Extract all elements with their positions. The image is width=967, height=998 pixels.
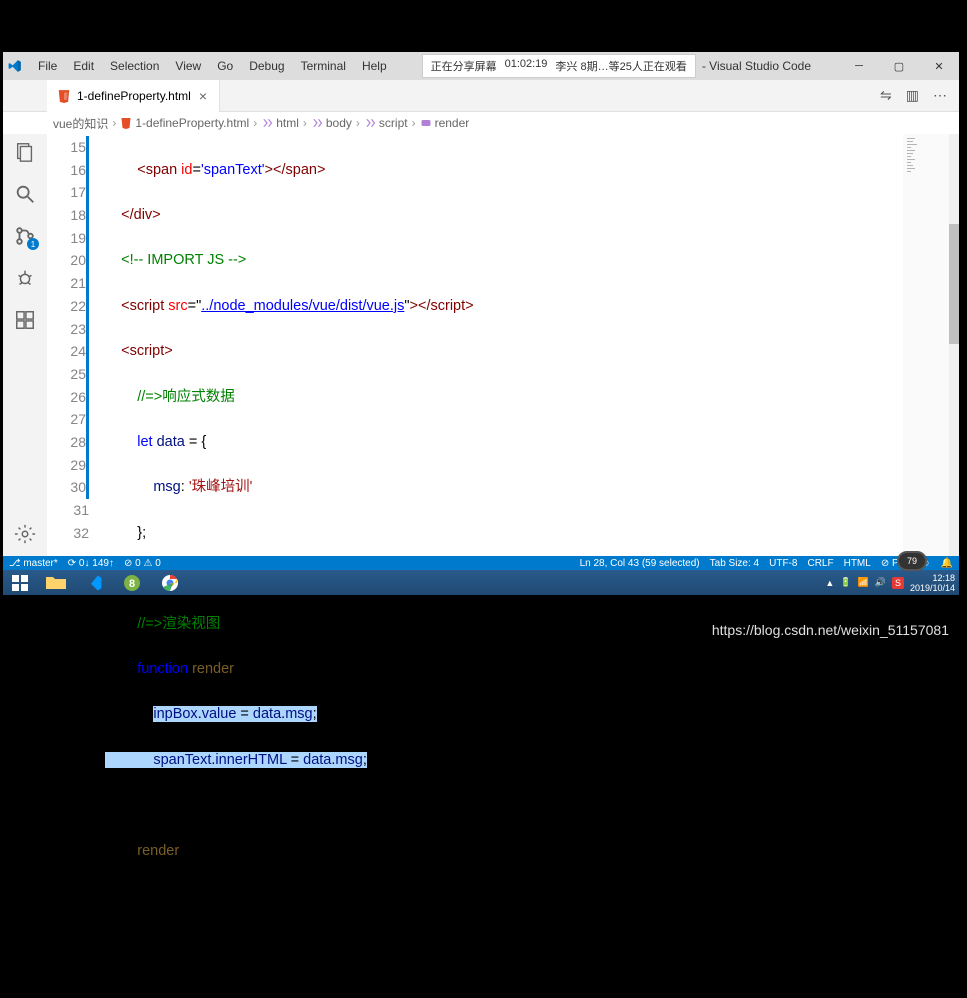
share-viewers-text: 李兴 8期…等25人正在观看 xyxy=(555,58,686,74)
breadcrumb-render[interactable]: render xyxy=(420,116,470,130)
status-bar: ⎇ master* ⟳ 0↓ 149↑ ⊘ 0 ⚠ 0 Ln 28, Col 4… xyxy=(3,556,959,570)
code-content[interactable]: <span id='spanText'></span> </div> <!-- … xyxy=(105,134,903,556)
split-editor-icon[interactable]: ▥ xyxy=(906,87,919,104)
share-status-text: 正在分享屏幕 xyxy=(431,58,497,74)
battery-indicator-overlay: 79 xyxy=(897,551,927,571)
vertical-scrollbar[interactable] xyxy=(949,134,959,556)
taskbar-chrome[interactable] xyxy=(151,570,189,595)
status-branch[interactable]: ⎇ master* xyxy=(9,558,58,569)
compare-changes-icon[interactable]: ⇋ xyxy=(880,87,892,104)
explorer-icon[interactable] xyxy=(13,140,37,164)
more-actions-icon[interactable]: ⋯ xyxy=(933,87,947,104)
taskbar-clock[interactable]: 12:18 2019/10/14 xyxy=(910,573,955,593)
tray-icon[interactable]: ▲ xyxy=(825,578,834,588)
tray-icon[interactable]: 🔊 xyxy=(875,577,886,588)
search-icon[interactable] xyxy=(13,182,37,206)
share-time-text: 01:02:19 xyxy=(505,58,548,74)
windows-taskbar: 8 ▲ 🔋 📶 🔊 S 12:18 2019/10/14 xyxy=(3,570,959,595)
status-problems[interactable]: ⊘ 0 ⚠ 0 xyxy=(124,558,161,569)
source-control-icon[interactable]: 1 xyxy=(13,224,37,248)
line-number-gutter: 15 16 17 18 19 20 21 22 23 24 25 26 27 2… xyxy=(47,134,105,556)
status-encoding[interactable]: UTF-8 xyxy=(769,558,797,569)
start-button[interactable] xyxy=(3,570,37,595)
text-cursor xyxy=(391,751,392,769)
tray-icon[interactable]: S xyxy=(892,577,904,589)
tab-close-icon[interactable]: × xyxy=(197,88,209,104)
breadcrumb-body[interactable]: body xyxy=(311,116,352,130)
extensions-icon[interactable] xyxy=(13,308,37,332)
screen-share-badge: 正在分享屏幕 01:02:19 李兴 8期…等25人正在观看 xyxy=(422,54,696,78)
taskbar-file-explorer[interactable] xyxy=(37,570,75,595)
breadcrumb-script[interactable]: script xyxy=(364,116,408,130)
svg-text:8: 8 xyxy=(129,578,135,590)
debug-icon[interactable] xyxy=(13,266,37,290)
window-controls: ─ ▢ ✕ xyxy=(839,52,959,80)
status-sync[interactable]: ⟳ 0↓ 149↑ xyxy=(68,558,114,569)
tab-label: 1-defineProperty.html xyxy=(77,89,191,103)
breadcrumb-file[interactable]: 1-defineProperty.html xyxy=(120,116,249,130)
scm-badge: 1 xyxy=(27,238,39,250)
taskbar-vscode[interactable] xyxy=(75,570,113,595)
breadcrumb-html[interactable]: html xyxy=(261,116,299,130)
editor-tabs: 1-defineProperty.html × ⇋ ▥ ⋯ xyxy=(3,80,959,112)
menu-view[interactable]: View xyxy=(168,55,208,77)
status-language[interactable]: HTML xyxy=(844,558,871,569)
menu-terminal[interactable]: Terminal xyxy=(294,55,353,77)
html-file-icon xyxy=(57,89,71,103)
watermark-url: https://blog.csdn.net/weixin_51157081 xyxy=(712,622,949,638)
menu-file[interactable]: File xyxy=(31,55,64,77)
taskbar-app-green[interactable]: 8 xyxy=(113,570,151,595)
status-eol[interactable]: CRLF xyxy=(807,558,833,569)
maximize-button[interactable]: ▢ xyxy=(879,52,919,80)
menu-go[interactable]: Go xyxy=(210,55,240,77)
breadcrumbs[interactable]: vue的知识 › 1-defineProperty.html › html › … xyxy=(3,112,959,134)
menu-help[interactable]: Help xyxy=(355,55,394,77)
settings-gear-icon[interactable] xyxy=(13,522,37,546)
vscode-logo-icon xyxy=(3,59,27,73)
minimize-button[interactable]: ─ xyxy=(839,52,879,80)
scrollbar-thumb[interactable] xyxy=(949,224,959,344)
status-cursor-position[interactable]: Ln 28, Col 43 (59 selected) xyxy=(580,558,700,569)
menu-debug[interactable]: Debug xyxy=(242,55,291,77)
menu-edit[interactable]: Edit xyxy=(66,55,101,77)
titlebar: File Edit Selection View Go Debug Termin… xyxy=(3,52,959,80)
tab-defineproperty[interactable]: 1-defineProperty.html × xyxy=(47,80,220,112)
activity-bar: 1 xyxy=(3,134,47,556)
window-title: - Visual Studio Code xyxy=(702,59,811,73)
system-tray[interactable]: ▲ 🔋 📶 🔊 S 12:18 2019/10/14 xyxy=(825,573,959,593)
breadcrumb-folder[interactable]: vue的知识 xyxy=(53,115,108,132)
close-button[interactable]: ✕ xyxy=(919,52,959,80)
status-bell-icon[interactable]: 🔔 xyxy=(941,558,953,569)
tray-icon[interactable]: 📶 xyxy=(858,577,869,588)
editor[interactable]: 15 16 17 18 19 20 21 22 23 24 25 26 27 2… xyxy=(47,134,959,556)
menu-selection[interactable]: Selection xyxy=(103,55,166,77)
menu-bar: File Edit Selection View Go Debug Termin… xyxy=(27,55,394,77)
tray-icon[interactable]: 🔋 xyxy=(840,577,851,588)
status-tabsize[interactable]: Tab Size: 4 xyxy=(710,558,759,569)
